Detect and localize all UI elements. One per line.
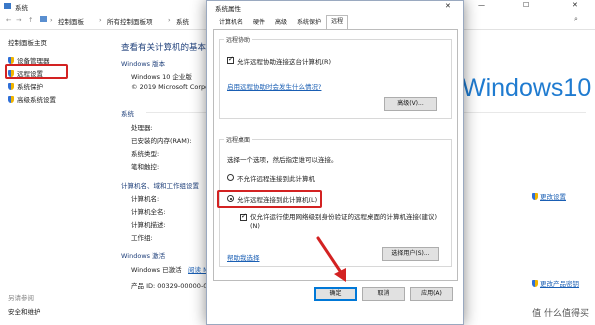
system-type-label: 系统类型: bbox=[131, 150, 160, 158]
pen-touch-label: 笔和触控: bbox=[131, 163, 160, 171]
change-settings-link[interactable]: 更改设置 bbox=[532, 191, 566, 201]
computer-name-label: 计算机名: bbox=[131, 195, 160, 203]
sidebar-item-advanced-settings[interactable]: 高级系统设置 bbox=[8, 94, 56, 104]
ok-button[interactable]: 确定 bbox=[314, 287, 357, 301]
processor-label: 处理器: bbox=[131, 124, 153, 132]
shield-icon bbox=[8, 95, 14, 103]
dialog-titlebar: 系统属性 ✕ bbox=[207, 1, 463, 14]
breadcrumb-system[interactable]: 系统 bbox=[176, 16, 189, 26]
nla-checkbox[interactable] bbox=[240, 212, 247, 221]
minimize-button[interactable]: — bbox=[478, 1, 485, 9]
activation-status: Windows 已激活 bbox=[131, 266, 182, 274]
tab-hardware[interactable]: 硬件 bbox=[248, 16, 270, 28]
workgroup-label: 工作组: bbox=[131, 234, 153, 242]
change-product-key-link[interactable]: 更改产品密钥 bbox=[532, 278, 579, 288]
tab-remote[interactable]: 远程 bbox=[326, 15, 349, 29]
full-name-label: 计算机全名: bbox=[131, 208, 166, 216]
breadcrumb-all-items[interactable]: 所有控制面板项 bbox=[107, 16, 153, 26]
select-users-button[interactable]: 选择用户(S)... bbox=[382, 247, 439, 261]
deny-remote-radio[interactable] bbox=[227, 174, 234, 181]
deny-remote-label[interactable]: 不允许远程连接到此计算机 bbox=[237, 173, 315, 183]
allow-remote-highlight-box bbox=[217, 190, 322, 208]
ram-label: 已安装的内存(RAM): bbox=[131, 137, 192, 145]
computer-name-heading: 计算机名、域和工作组设置 bbox=[121, 182, 199, 190]
change-product-key-label: 更改产品密钥 bbox=[540, 280, 579, 288]
sidebar-home-link[interactable]: 控制面板主页 bbox=[8, 37, 47, 47]
shield-icon bbox=[532, 192, 538, 200]
shield-icon bbox=[8, 56, 14, 64]
system-window-icon bbox=[4, 3, 11, 9]
tab-advanced[interactable]: 高级 bbox=[270, 16, 292, 28]
edition-heading: Windows 版本 bbox=[121, 60, 166, 68]
see-also-heading: 另请参阅 bbox=[8, 294, 34, 302]
advanced-button[interactable]: 高级(V)... bbox=[384, 97, 437, 111]
tab-computer-name[interactable]: 计算机名 bbox=[214, 16, 248, 28]
edition-value: Windows 10 企业版 bbox=[131, 73, 192, 81]
remote-desktop-heading: 远程桌面 bbox=[224, 135, 253, 144]
forward-arrow-icon[interactable]: → bbox=[16, 16, 21, 24]
change-settings-label: 更改设置 bbox=[540, 193, 566, 201]
allow-remote-assistance-label[interactable]: 允许远程协助连接这台计算机(R) bbox=[237, 56, 331, 66]
close-button[interactable]: ✕ bbox=[572, 1, 578, 9]
search-icon[interactable]: ⌕ bbox=[574, 15, 578, 24]
dialog-close-button[interactable]: ✕ bbox=[445, 2, 451, 10]
sidebar-item-label: 系统保护 bbox=[17, 83, 43, 91]
nla-label[interactable]: 仅允许运行使用网络级别身份验证的远程桌面的计算机连接(建议)(N) bbox=[250, 213, 442, 231]
allow-remote-assistance-checkbox[interactable] bbox=[227, 55, 234, 64]
tab-system-protection[interactable]: 系统保护 bbox=[292, 16, 326, 28]
shield-icon bbox=[532, 279, 538, 287]
dialog-tabs: 计算机名 硬件 高级 系统保护 远程 bbox=[214, 15, 349, 29]
windows10-logo: Windows10 bbox=[462, 74, 592, 102]
activation-heading: Windows 激活 bbox=[121, 252, 166, 260]
breadcrumb-separator-icon: › bbox=[99, 16, 102, 24]
breadcrumb-control-panel[interactable]: 控制面板 bbox=[58, 16, 84, 26]
help-me-choose-link[interactable]: 帮助我选择 bbox=[227, 252, 260, 262]
red-arrow-annotation bbox=[316, 236, 346, 282]
remote-assistance-heading: 远程协助 bbox=[224, 35, 253, 44]
remote-assistance-help-link[interactable]: 启用远程协助时会发生什么情况? bbox=[227, 81, 321, 91]
maximize-button[interactable]: ☐ bbox=[523, 1, 529, 9]
sidebar-item-label: 高级系统设置 bbox=[17, 96, 56, 104]
apply-button[interactable]: 应用(A) bbox=[410, 287, 453, 301]
sidebar-item-system-protection[interactable]: 系统保护 bbox=[8, 81, 43, 91]
remote-desktop-instruction: 选择一个选项，然后指定谁可以连接。 bbox=[227, 156, 338, 164]
system-heading: 系统 bbox=[121, 110, 134, 118]
copyright-text: © 2019 Microsoft Corpora bbox=[131, 83, 216, 91]
watermark: 值 什么值得买 bbox=[532, 306, 589, 319]
breadcrumb-separator-icon: › bbox=[168, 16, 171, 24]
up-arrow-icon[interactable]: ↑ bbox=[28, 16, 33, 24]
cancel-button[interactable]: 取消 bbox=[362, 287, 405, 301]
security-maintenance-link[interactable]: 安全和维护 bbox=[8, 306, 41, 316]
breadcrumb-separator-icon: › bbox=[50, 16, 53, 24]
watermark-text: 值 什么值得买 bbox=[532, 309, 589, 319]
bg-window-title: 系统 bbox=[15, 4, 28, 12]
description-label: 计算机描述: bbox=[131, 221, 166, 229]
product-id: 产品 ID: 00329-00000-000 bbox=[131, 282, 216, 290]
shield-icon bbox=[8, 82, 14, 90]
control-panel-icon bbox=[40, 16, 47, 22]
back-arrow-icon[interactable]: ← bbox=[6, 16, 11, 24]
dialog-title: 系统属性 bbox=[215, 5, 241, 13]
remote-settings-highlight-box bbox=[5, 64, 68, 79]
